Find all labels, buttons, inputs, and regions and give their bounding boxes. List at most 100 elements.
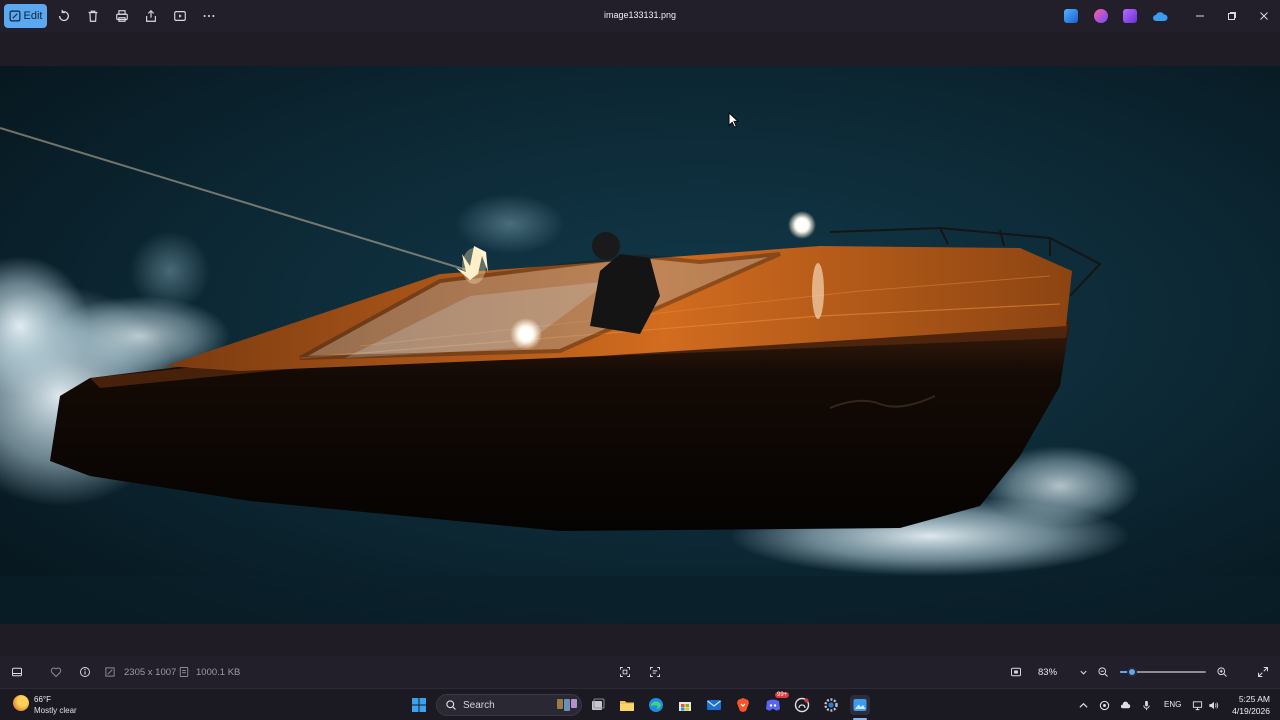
zoom-value: 83%: [1038, 666, 1058, 678]
search-placeholder: Search: [463, 699, 495, 711]
onedrive-icon[interactable]: [1152, 9, 1168, 23]
taskbar-search[interactable]: Search: [436, 694, 582, 716]
info-icon: [80, 667, 90, 677]
clock-time[interactable]: 5:25 AM: [1220, 694, 1270, 704]
close-icon: [1260, 12, 1268, 20]
photos-editor-icon[interactable]: [1064, 9, 1078, 23]
photos-button[interactable]: [850, 695, 870, 715]
fit-icon: [1011, 667, 1021, 677]
notification-badge: 99+: [775, 692, 790, 698]
zoom-out-button[interactable]: [1095, 664, 1111, 680]
store-button[interactable]: [675, 695, 695, 715]
weather-condition[interactable]: Mostly clear: [34, 706, 77, 715]
visual-search-button[interactable]: [647, 664, 663, 680]
boat-photo: [0, 66, 1280, 624]
edit-button[interactable]: Edit: [4, 4, 47, 28]
settings-button[interactable]: [821, 695, 841, 715]
size-icon: [178, 664, 190, 680]
viewer-bottom-margin: [0, 624, 1280, 656]
close-button[interactable]: [1256, 8, 1272, 24]
viewer-top-margin: [0, 32, 1280, 66]
zoom-in-icon: [1217, 667, 1227, 677]
file-explorer-icon: [620, 701, 634, 711]
rotate-button[interactable]: [52, 4, 76, 28]
zoom-in-button[interactable]: [1214, 664, 1230, 680]
more-icon: [203, 14, 215, 18]
mail-button[interactable]: [704, 695, 724, 715]
restore-icon: [1228, 12, 1236, 20]
tray-volume-button[interactable]: [1206, 698, 1220, 712]
chevron-up-icon: [1078, 702, 1088, 708]
weather-temperature[interactable]: 66°F: [34, 695, 51, 704]
favorite-button[interactable]: [48, 664, 64, 680]
tray-onedrive-button[interactable]: [1118, 698, 1132, 712]
zoom-slider[interactable]: [1120, 667, 1206, 677]
delete-button[interactable]: [81, 4, 105, 28]
share-button[interactable]: [139, 4, 163, 28]
fit-button[interactable]: [1008, 664, 1024, 680]
tray-mic-button[interactable]: [1139, 698, 1153, 712]
rotate-icon: [59, 9, 69, 22]
zoom-dropdown[interactable]: 83%: [1032, 664, 1088, 680]
copilot-icon[interactable]: [1094, 9, 1108, 23]
clock-date[interactable]: 4/19/2026: [1220, 706, 1270, 716]
search-icon: [446, 700, 456, 710]
slideshow-button[interactable]: [168, 4, 192, 28]
volume-icon: [1208, 701, 1218, 709]
ocr-button[interactable]: [617, 664, 633, 680]
image-canvas[interactable]: [0, 66, 1280, 624]
brave-button[interactable]: [733, 695, 753, 715]
task-view-button[interactable]: [588, 695, 608, 715]
store-icon: [679, 702, 691, 711]
visual-search-icon: [650, 667, 660, 677]
minimize-icon: [1196, 15, 1204, 17]
zoom-out-icon: [1098, 667, 1108, 677]
delete-icon: [88, 10, 98, 22]
weather-icon[interactable]: [13, 695, 29, 711]
slideshow-icon: [174, 11, 186, 21]
discord-icon: [766, 699, 780, 711]
photos-icon: [853, 699, 867, 711]
input-language[interactable]: ENG: [1164, 700, 1181, 709]
task-view-icon: [592, 698, 605, 710]
github-button[interactable]: [792, 695, 812, 715]
file-explorer-button[interactable]: [617, 695, 637, 715]
title-bar: Edit image133131.png: [0, 0, 1280, 32]
zoom-slider-thumb[interactable]: [1127, 667, 1138, 677]
edge-button[interactable]: [646, 695, 666, 715]
start-button[interactable]: [409, 695, 429, 715]
tray-app-button[interactable]: [1097, 698, 1111, 712]
cloud-icon: [1120, 701, 1130, 708]
fullscreen-button[interactable]: [1255, 664, 1271, 680]
brave-icon: [737, 698, 749, 712]
github-icon: [794, 697, 810, 713]
edit-label: Edit: [23, 10, 43, 22]
more-button[interactable]: [197, 4, 221, 28]
info-button[interactable]: [77, 664, 93, 680]
clipchamp-icon[interactable]: [1123, 9, 1137, 23]
network-icon: [1192, 700, 1202, 710]
start-icon: [412, 698, 426, 712]
discord-button[interactable]: 99+: [763, 692, 790, 715]
filmstrip-icon: [12, 667, 22, 677]
steam-icon: [1099, 700, 1109, 710]
tray-overflow-button[interactable]: [1076, 698, 1090, 712]
minimize-button[interactable]: [1192, 8, 1208, 24]
tray-network-button[interactable]: [1190, 698, 1204, 712]
print-button[interactable]: [110, 4, 134, 28]
file-size: 1000.1 KB: [196, 667, 241, 678]
mouse-cursor-icon: [728, 112, 739, 128]
print-icon: [116, 10, 128, 22]
ocr-icon: [620, 667, 630, 677]
edit-icon: [9, 10, 20, 22]
search-highlight-icon: [557, 699, 577, 711]
image-dimensions: 2305 x 1007: [124, 667, 177, 678]
dimensions-icon: [104, 664, 116, 680]
share-icon: [146, 9, 156, 22]
microphone-icon: [1142, 700, 1150, 710]
filmstrip-button[interactable]: [9, 664, 25, 680]
file-name: image133131.png: [603, 10, 677, 20]
mail-icon: [707, 700, 721, 710]
restore-button[interactable]: [1224, 8, 1240, 24]
status-bar: 2305 x 1007 1000.1 KB 83%: [0, 656, 1280, 688]
